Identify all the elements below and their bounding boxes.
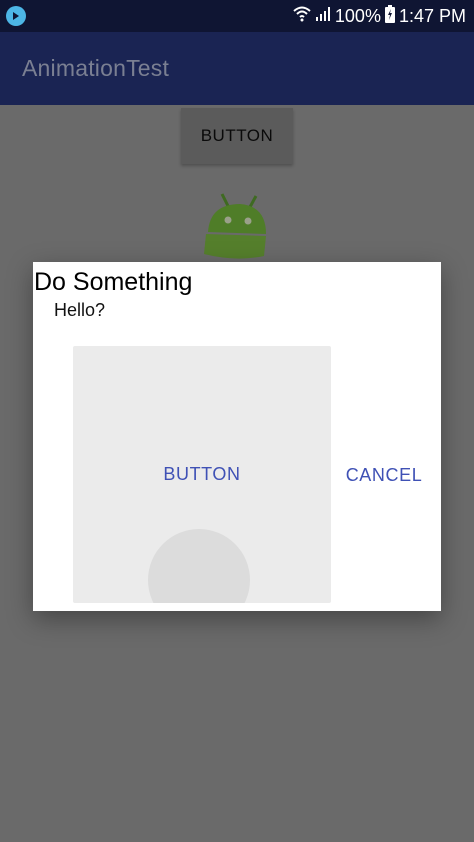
status-bar: 100% 1:47 PM [0, 0, 474, 32]
android-icon [204, 193, 266, 259]
dialog: Do Something Hello? BUTTON CANCEL [33, 262, 441, 611]
dialog-message: Hello? [54, 300, 106, 320]
dialog-title: Do Something [34, 268, 193, 296]
battery-percent: 100% [334, 6, 381, 26]
wifi-icon [293, 6, 311, 27]
status-time: 1:47 PM [398, 6, 466, 26]
status-right: 100% 1:47 PM [293, 4, 466, 28]
cell-signal-icon [315, 6, 331, 27]
dialog-panel-button[interactable]: BUTTON [73, 346, 331, 603]
cancel-button[interactable]: CANCEL [339, 455, 429, 495]
dialog-panel: BUTTON [73, 346, 331, 603]
app-badge-icon [6, 6, 26, 26]
battery-charging-icon [384, 4, 395, 28]
app-bar: AnimationTest [0, 32, 474, 105]
background-button: BUTTON [181, 108, 293, 164]
status-left [6, 6, 26, 26]
app-title: AnimationTest [22, 55, 170, 81]
